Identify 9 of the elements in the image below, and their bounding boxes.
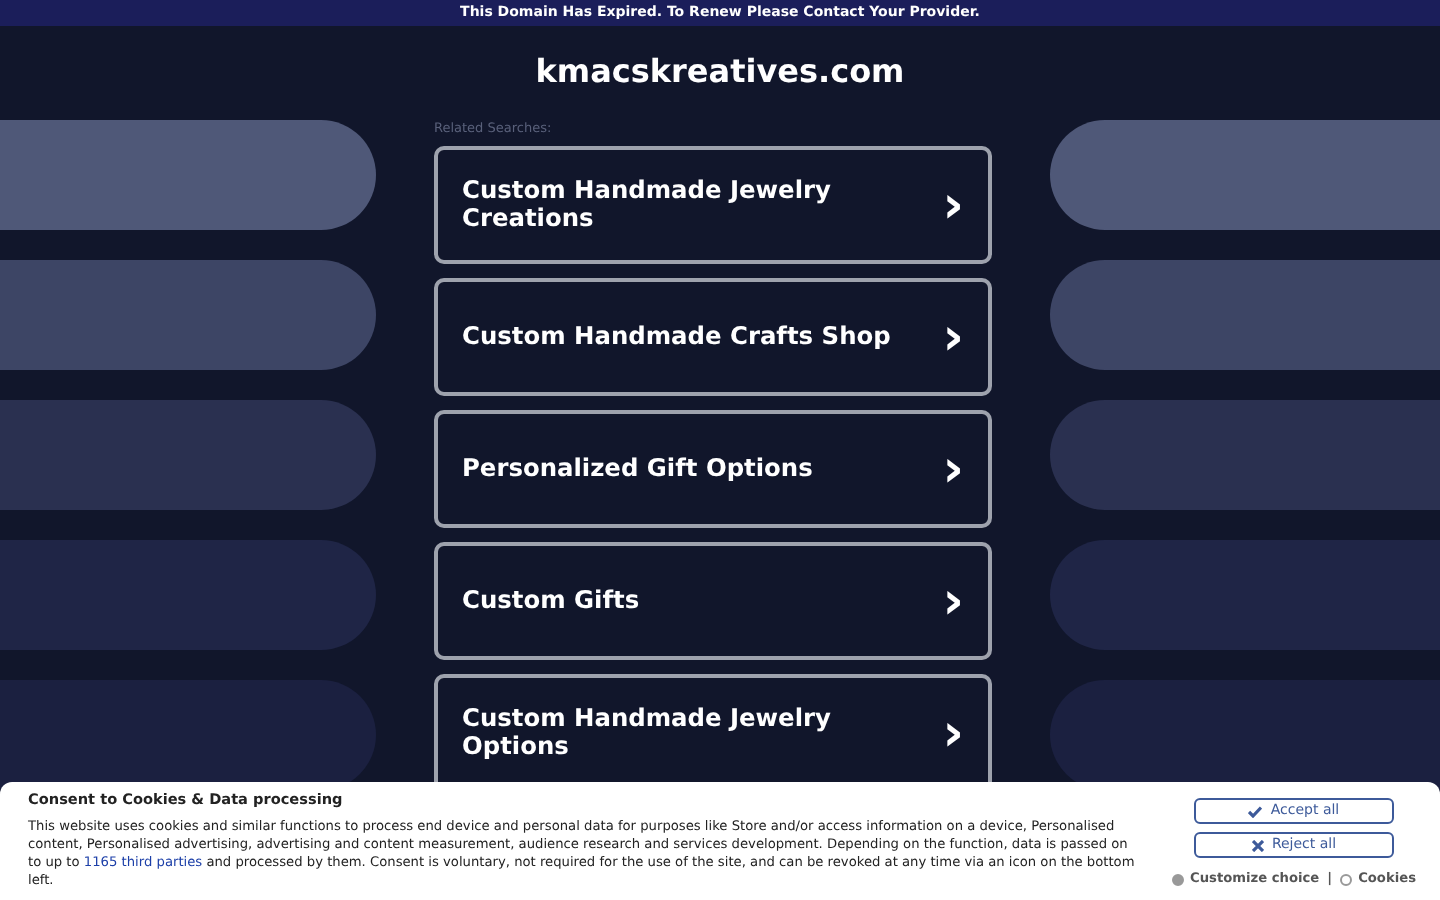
related-search-link[interactable]: Personalized Gift Options › [434,410,992,528]
radio-icon [1340,873,1353,886]
check-icon [1248,805,1263,817]
related-search-link[interactable]: Custom Handmade Jewelry Creations › [434,146,992,264]
related-search-link[interactable]: Custom Handmade Crafts Shop › [434,278,992,396]
domain-title: kmacskreatives.com [533,50,907,92]
radio-icon [1171,873,1184,886]
related-search-link[interactable]: Custom Gifts › [434,542,992,660]
close-icon [1251,839,1264,851]
